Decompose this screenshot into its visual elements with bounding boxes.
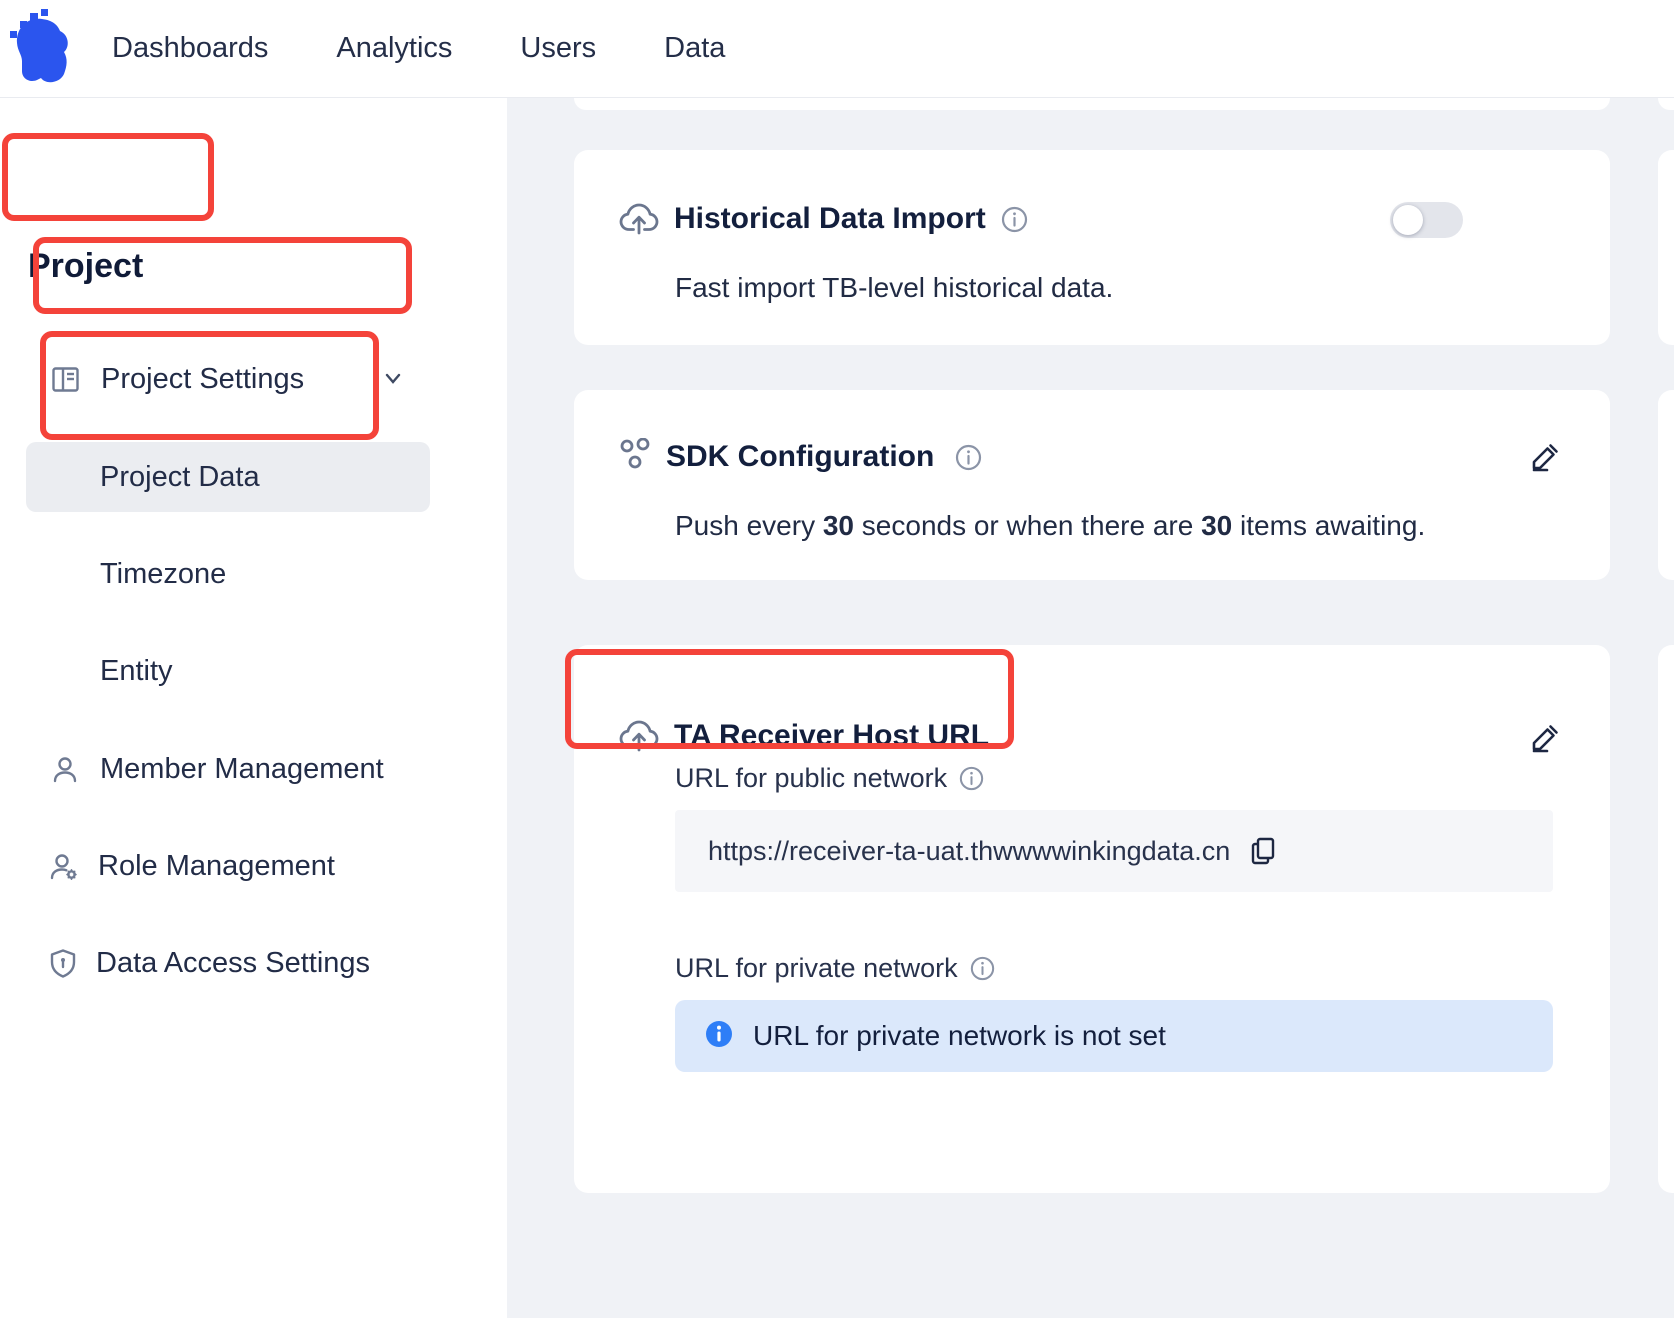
private-url-notice-banner: URL for private network is not set: [675, 1000, 1553, 1072]
person-icon: [52, 756, 78, 783]
card-description: Fast import TB-level historical data.: [675, 272, 1113, 304]
card-peek-right: [1658, 645, 1674, 1193]
card-title: SDK Configuration: [666, 440, 934, 474]
info-icon[interactable]: [959, 766, 984, 791]
sidebar-item-label: Member Management: [100, 753, 384, 786]
nav-item-dashboards[interactable]: Dashboards: [112, 32, 268, 65]
sidebar-item-member-management[interactable]: Member Management: [52, 745, 384, 793]
sidebar-item-label: Entity: [100, 655, 173, 688]
card-description: Push every 30 seconds or when there are …: [675, 510, 1425, 542]
edit-pencil-icon[interactable]: [1530, 723, 1560, 753]
info-icon[interactable]: [955, 444, 982, 471]
sidebar-item-data-access-settings[interactable]: Data Access Settings: [50, 939, 370, 987]
info-icon[interactable]: [970, 956, 995, 981]
field-label-text: URL for public network: [675, 763, 947, 794]
copy-icon[interactable]: [1250, 837, 1276, 865]
scrolled-card-bottom-edge-right: [1658, 97, 1674, 110]
historical-data-import-card: Historical Data Import Fast import TB-le…: [574, 150, 1610, 345]
sidebar-item-label: Project Settings: [101, 363, 304, 396]
nav-item-data[interactable]: Data: [664, 32, 725, 65]
nav-menu: Dashboards Analytics Users Data: [112, 32, 725, 65]
sidebar-item-entity[interactable]: Entity: [100, 644, 173, 699]
sidebar-item-label: Timezone: [100, 558, 226, 591]
ta-receiver-host-url-card: TA Receiver Host URL URL for public netw…: [574, 645, 1610, 1193]
card-title: TA Receiver Host URL: [674, 719, 989, 753]
top-nav: Dashboards Analytics Users Data: [0, 0, 1674, 98]
sidebar-heading: Project: [28, 247, 143, 286]
field-label-text: URL for private network: [675, 953, 958, 984]
sidebar-item-label: Data Access Settings: [96, 947, 370, 980]
sidebar-item-label: Role Management: [98, 850, 335, 883]
public-url-value: https://receiver-ta-uat.thwwwwinkingdata…: [708, 836, 1230, 867]
cloud-upload-icon: [619, 719, 659, 753]
historical-import-toggle[interactable]: [1390, 202, 1463, 238]
nav-item-analytics[interactable]: Analytics: [336, 32, 452, 65]
sidebar-item-project-settings[interactable]: Project Settings: [52, 355, 304, 403]
nav-item-users[interactable]: Users: [520, 32, 596, 65]
card-peek-right: [1658, 390, 1674, 580]
notice-text: URL for private network is not set: [753, 1020, 1166, 1052]
public-url-label-row: URL for public network: [675, 763, 984, 794]
card-peek-right: [1658, 150, 1674, 345]
edit-pencil-icon[interactable]: [1530, 442, 1560, 472]
sidebar-item-label: Project Data: [100, 461, 260, 494]
layout-panel-icon: [52, 367, 79, 392]
public-url-value-box: https://receiver-ta-uat.thwwwwinkingdata…: [675, 810, 1553, 892]
info-icon[interactable]: [1001, 206, 1028, 233]
app-logo-icon[interactable]: [8, 9, 70, 85]
cloud-upload-icon: [619, 202, 659, 236]
shield-lock-icon: [50, 949, 76, 978]
sidebar: Project Project Settings Project Data Ti…: [0, 97, 507, 1318]
sidebar-item-timezone[interactable]: Timezone: [100, 547, 226, 602]
sdk-cluster-icon: [619, 438, 651, 476]
private-url-label-row: URL for private network: [675, 953, 995, 984]
card-title: Historical Data Import: [674, 202, 986, 236]
sdk-configuration-card: SDK Configuration Push every 30 seconds …: [574, 390, 1610, 580]
sidebar-item-project-data[interactable]: Project Data: [26, 442, 430, 512]
info-filled-icon: [705, 1020, 733, 1053]
chevron-down-icon[interactable]: [382, 367, 404, 394]
sidebar-item-role-management[interactable]: Role Management: [50, 842, 335, 890]
scrolled-card-bottom-edge: [574, 97, 1610, 110]
main-content: Historical Data Import Fast import TB-le…: [507, 97, 1674, 1318]
person-gear-icon: [50, 853, 78, 880]
toggle-knob: [1393, 205, 1423, 235]
